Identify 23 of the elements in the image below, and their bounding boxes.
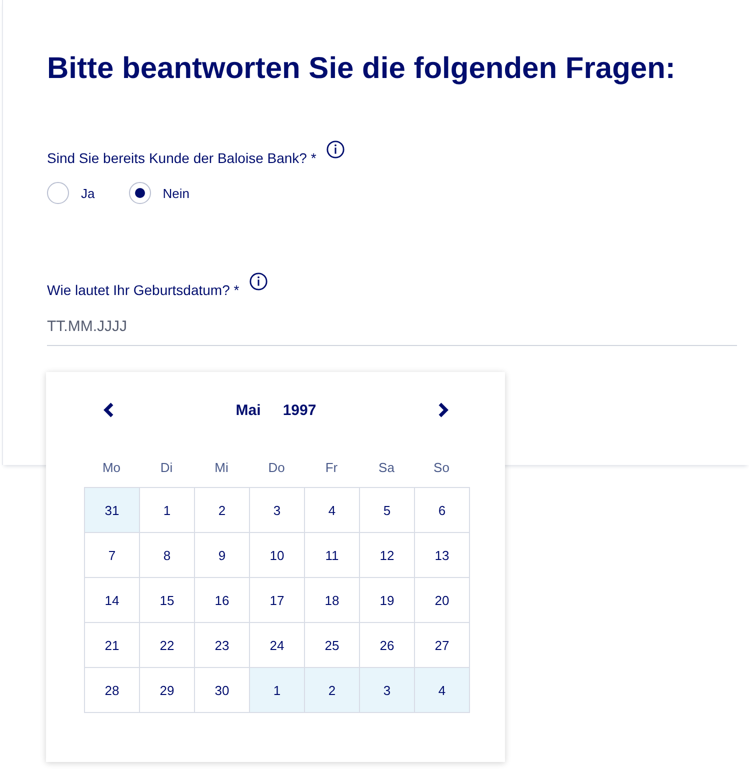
- year-label[interactable]: 1997: [282, 402, 316, 418]
- day-cell[interactable]: 4: [414, 667, 470, 713]
- page-title: Bitte beantworten Sie die folgenden Fragen:: [47, 52, 676, 86]
- radio-option[interactable]: Ja: [47, 182, 95, 204]
- weekday-label: Sa: [378, 460, 396, 477]
- question-label: Wie lautet Ihr Geburtsdatum? *: [47, 282, 240, 298]
- day-cell[interactable]: 31: [84, 487, 140, 533]
- weekday-label: Di: [159, 460, 174, 477]
- question-label: Sind Sie bereits Kunde der Baloise Bank? *: [47, 150, 316, 166]
- day-cell[interactable]: 2: [304, 667, 360, 713]
- weekday-label: Mi: [214, 460, 230, 477]
- month-label[interactable]: Mai: [236, 402, 261, 418]
- day-cell[interactable]: 3: [359, 667, 415, 713]
- weekday-label: Do: [267, 460, 286, 477]
- day-cell[interactable]: 28: [84, 667, 140, 713]
- radio-option[interactable]: Nein: [128, 182, 190, 204]
- day-cell[interactable]: 1: [249, 667, 305, 713]
- info-icon[interactable]: [326, 140, 346, 159]
- weekday-label: Fr: [324, 460, 339, 477]
- info-icon[interactable]: [249, 272, 268, 291]
- weekday-label: Mo: [101, 460, 122, 477]
- day-cell[interactable]: 6: [414, 487, 470, 533]
- weekday-label: So: [432, 460, 450, 477]
